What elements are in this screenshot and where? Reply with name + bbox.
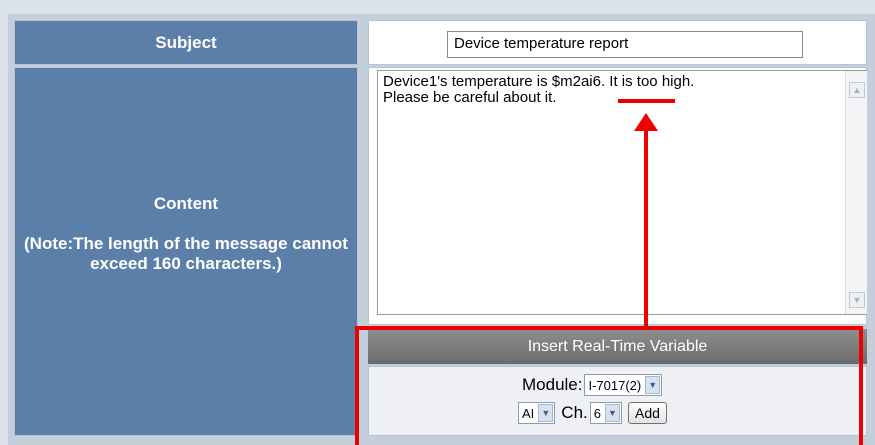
module-row: Module: I-7017(2) ▼: [522, 374, 663, 396]
annotation-box-right: [859, 326, 863, 445]
add-button[interactable]: Add: [628, 402, 667, 424]
annotation-box-left: [355, 326, 359, 445]
channel-select[interactable]: 6 ▼: [589, 402, 622, 424]
subject-label: Subject: [155, 32, 217, 52]
module-select-value: I-7017(2): [588, 377, 642, 393]
annotation-arrowhead: [634, 113, 658, 131]
module-select[interactable]: I-7017(2) ▼: [584, 374, 663, 396]
annotation-arrow-shaft: [644, 128, 648, 330]
chevron-down-icon[interactable]: ▼: [605, 404, 620, 422]
channel-row: AI ▼ Ch. 6 ▼ Add: [518, 402, 667, 424]
textarea-scrollbar[interactable]: ▲ ▼: [845, 71, 867, 314]
type-select[interactable]: AI ▼: [518, 402, 556, 424]
variable-underline: [618, 99, 675, 103]
chevron-down-icon[interactable]: ▼: [849, 292, 865, 308]
content-label: Content: [153, 194, 219, 213]
chevron-up-icon[interactable]: ▲: [849, 82, 865, 98]
chevron-down-icon[interactable]: ▼: [645, 376, 661, 394]
channel-label: Ch.: [561, 403, 588, 422]
module-label: Module:: [522, 375, 583, 394]
content-textarea[interactable]: Device1's temperature is $m2ai6. It is t…: [377, 70, 867, 315]
channel-select-value: 6: [593, 405, 601, 421]
content-label-block: Content (Note:The length of the message …: [14, 194, 358, 274]
subject-input[interactable]: Device temperature report: [447, 31, 803, 58]
annotation-box-top: [355, 326, 863, 330]
chevron-down-icon[interactable]: ▼: [538, 404, 554, 422]
subject-label-cell: Subject: [14, 20, 358, 65]
type-select-value: AI: [522, 405, 535, 421]
content-note: (Note:The length of the message cannot e…: [24, 234, 348, 273]
insert-variable-header: Insert Real-Time Variable: [368, 329, 867, 364]
